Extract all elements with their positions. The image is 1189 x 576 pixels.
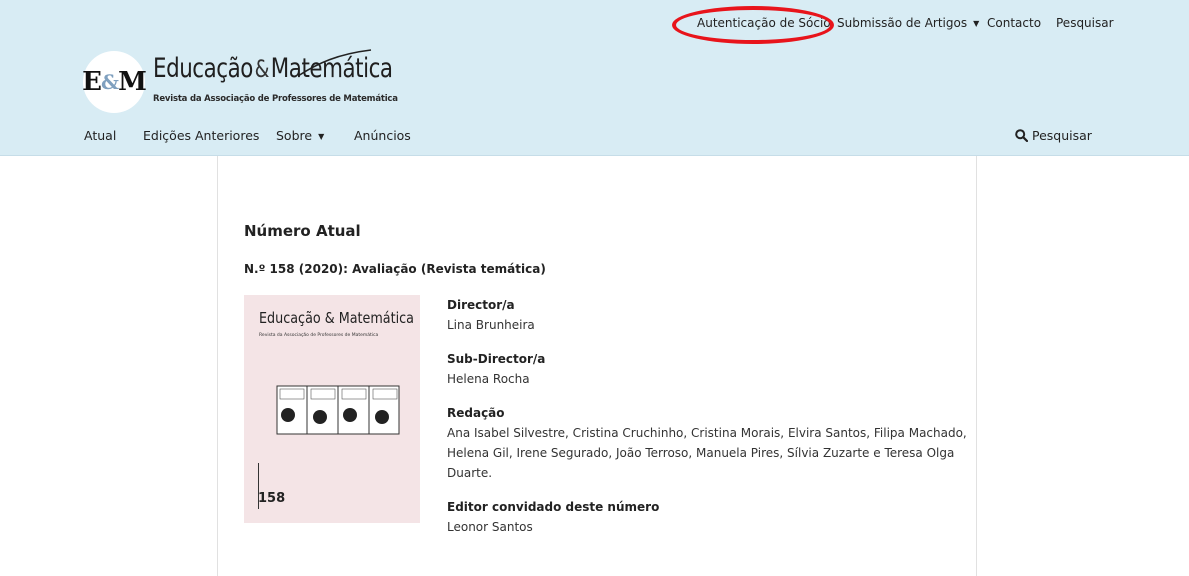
logo-mark-m: M [118, 67, 147, 97]
issue-cover[interactable]: Educação & Matemática Revista da Associa… [244, 295, 420, 523]
field-label-subdirector: Sub-Director/a [447, 352, 546, 366]
cover-number: 158 [258, 491, 286, 506]
cover-subtitle: Revista da Associação de Professores de … [259, 333, 379, 338]
nav-anuncios[interactable]: Anúncios [354, 128, 411, 143]
caret-down-icon: ▼ [318, 132, 325, 141]
logo-title-part1: Educação [153, 53, 253, 84]
cover-title-part1: Educação [259, 309, 321, 327]
site-logo[interactable]: E & M Educação&Matemática Revista da Assoc… [82, 48, 413, 118]
ampersand-swoosh-icon: & [320, 309, 339, 327]
search-label: Pesquisar [1032, 128, 1092, 143]
logo-mark-e: E [82, 67, 102, 97]
nav-atual[interactable]: Atual [84, 128, 116, 143]
user-nav: Autenticação de Sócio Submissão de Artig… [0, 16, 1189, 36]
field-label-redacao: Redação [447, 406, 505, 420]
login-link[interactable]: Autenticação de Sócio [697, 16, 831, 30]
field-label-guest-editor: Editor convidado deste número [447, 500, 660, 514]
issue-details: Director/a Lina Brunheira Sub-Director/a… [447, 295, 967, 551]
nav-edicoes-anteriores[interactable]: Edições Anteriores [143, 128, 259, 143]
field-value-director: Lina Brunheira [447, 318, 535, 332]
logo-mark: E & M [82, 51, 147, 113]
cover-title-part2: Matemática [338, 309, 414, 327]
submissions-menu[interactable]: Submissão de Artigos ▼ [837, 16, 979, 30]
logo-mark-amp: & [101, 70, 119, 94]
issue-title[interactable]: N.º 158 (2020): Avaliação (Revista temát… [244, 262, 546, 276]
main-content: Número Atual N.º 158 (2020): Avaliação (… [217, 156, 977, 576]
logo-subtitle: Revista da Associação de Professores de … [153, 94, 398, 104]
nav-sobre[interactable]: Sobre ▼ [276, 128, 324, 143]
search-icon [1015, 129, 1029, 143]
field-value-guest-editor: Leonor Santos [447, 520, 533, 534]
submissions-label: Submissão de Artigos [837, 16, 968, 30]
field-label-director: Director/a [447, 298, 515, 312]
page-title: Número Atual [244, 222, 361, 240]
contact-link[interactable]: Contacto [987, 16, 1041, 30]
field-value-subdirector: Helena Rocha [447, 372, 530, 386]
ampersand-swoosh-icon: & [254, 55, 270, 83]
nav-sobre-label: Sobre [276, 128, 313, 143]
cover-title: Educação & Matemática [259, 309, 414, 327]
user-search-link[interactable]: Pesquisar [1056, 16, 1114, 30]
search-link[interactable]: Pesquisar [1015, 128, 1092, 143]
site-header: Autenticação de Sócio Submissão de Artig… [0, 0, 1189, 156]
comic-strip-icon [276, 385, 400, 435]
caret-down-icon: ▼ [973, 19, 980, 28]
field-value-redacao: Ana Isabel Silvestre, Cristina Cruchinho… [447, 426, 967, 480]
swoosh-icon [297, 49, 372, 77]
main-nav: Atual Edições Anteriores Sobre ▼ Anúncios [0, 128, 1189, 148]
